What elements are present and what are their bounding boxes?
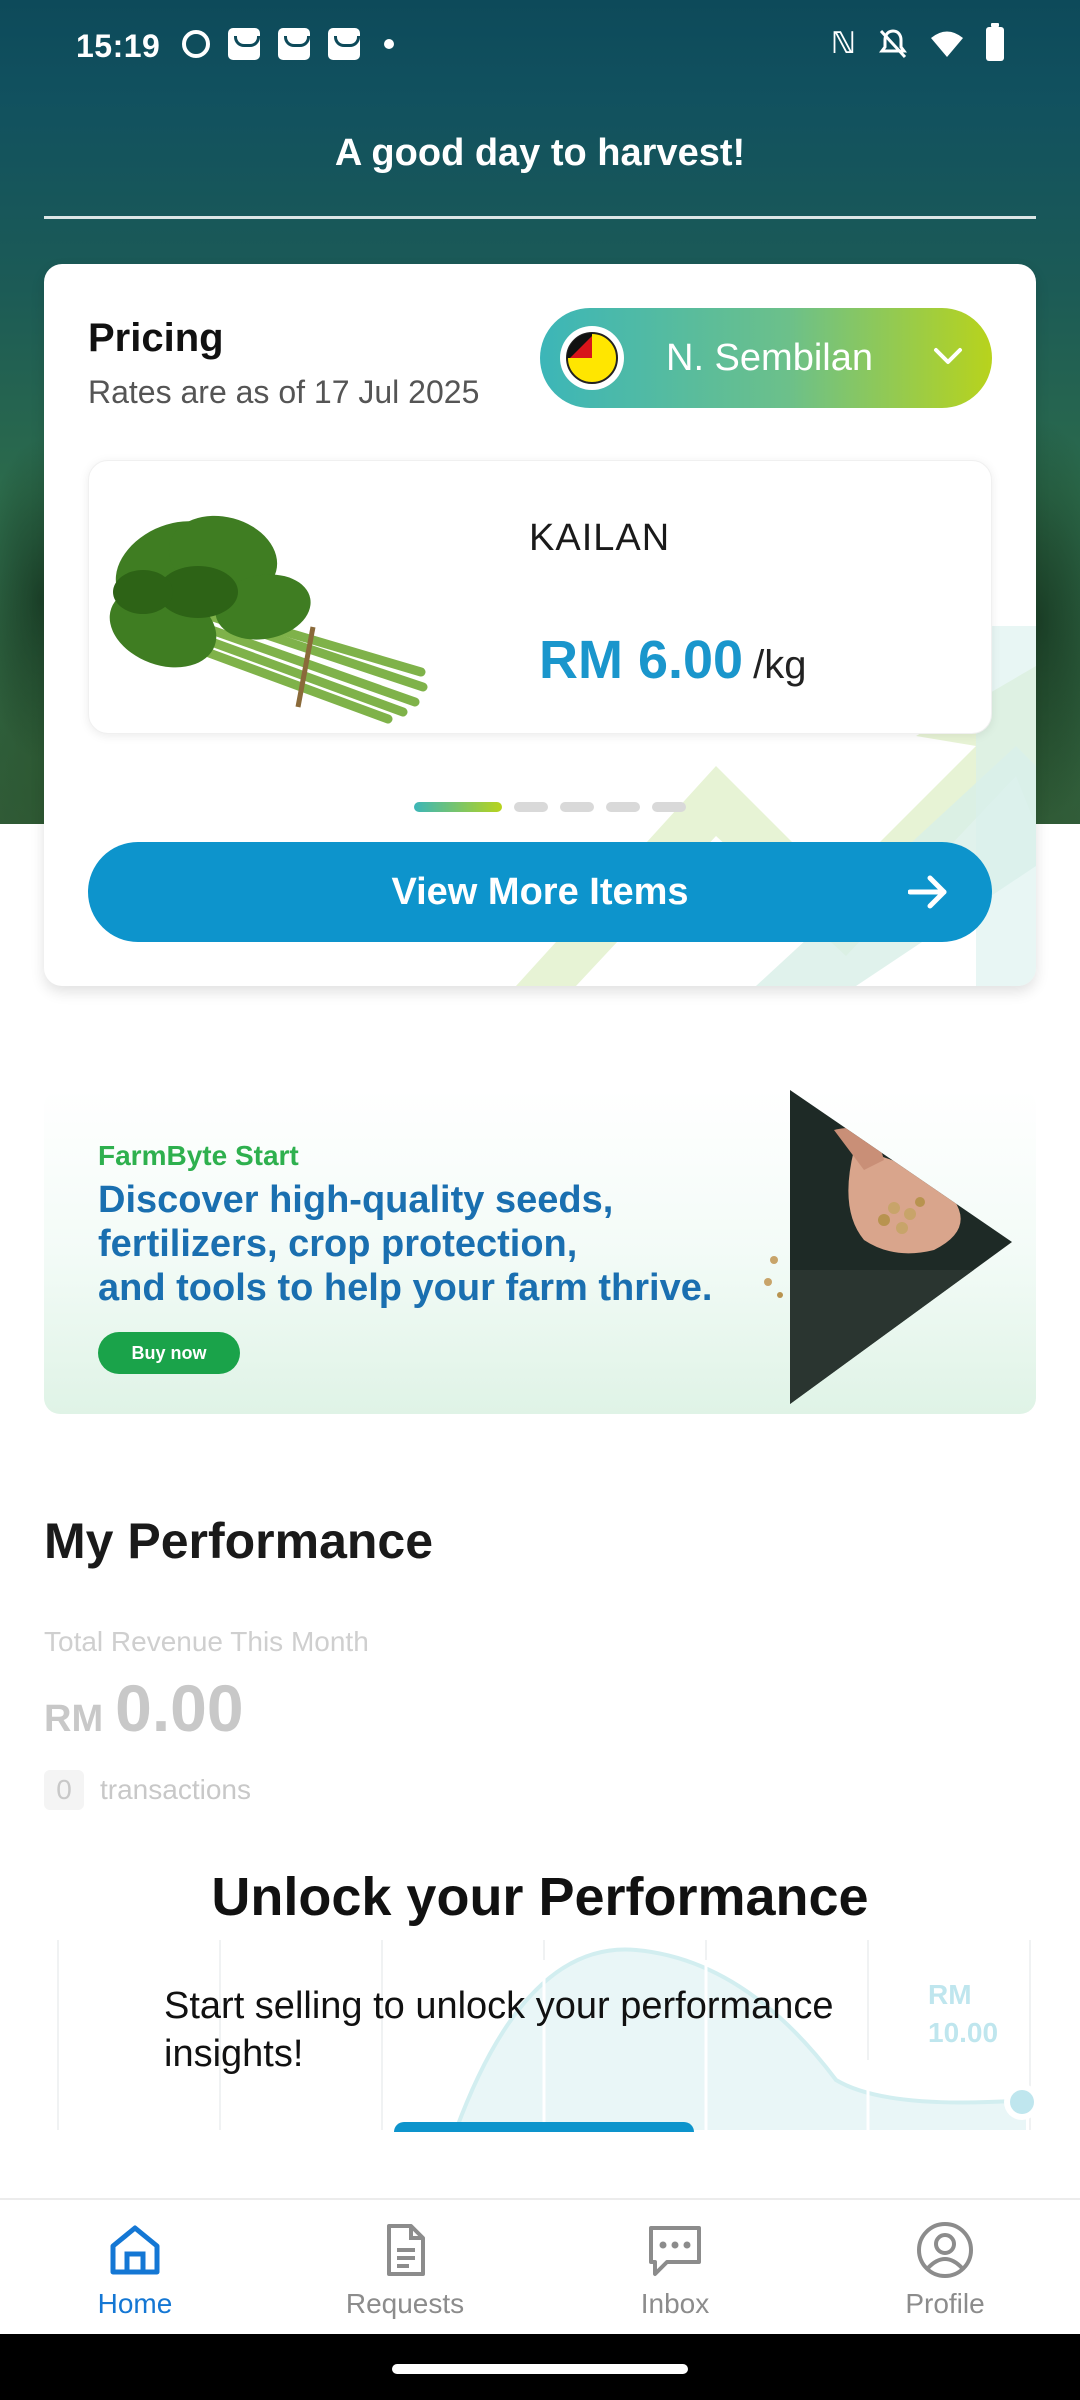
product-name: KAILAN <box>529 517 671 559</box>
carousel-dot[interactable] <box>560 802 594 812</box>
price-item-card[interactable]: KAILAN RM 6.00 /kg <box>88 460 992 734</box>
price-value: RM 6.00 <box>539 630 744 690</box>
revenue-currency: RM <box>44 1698 104 1740</box>
buy-now-button[interactable]: Buy now <box>98 1332 240 1374</box>
revenue-value: 0.00 <box>115 1671 244 1745</box>
system-icons: ℕ <box>830 22 1004 61</box>
chart-label-currency: RM <box>928 1979 972 2010</box>
nfc-icon: ℕ <box>830 27 856 60</box>
transactions-label: transactions <box>100 1774 251 1805</box>
banner-headline-line: and tools to help your farm thrive. <box>98 1267 713 1309</box>
nav-label: Requests <box>345 2288 465 2319</box>
banner-headline-line: fertilizers, crop protection, <box>98 1223 578 1265</box>
greeting-title: A good day to harvest! <box>334 132 746 174</box>
pricing-date: Rates are as of 17 Jul 2025 <box>88 374 480 410</box>
view-more-items-button[interactable]: View More Items <box>88 842 992 942</box>
state-flag-icon <box>560 326 624 390</box>
banner-brand: FarmByte Start <box>98 1140 299 1171</box>
carousel-dot[interactable] <box>414 802 502 812</box>
transactions-row: 0 transactions <box>44 1770 251 1810</box>
performance-title: My Performance <box>44 1513 434 1569</box>
chevron-down-icon <box>934 348 962 364</box>
header-divider <box>44 216 1036 219</box>
shop-bag-icon <box>278 28 310 60</box>
chart-value-label: RM 10.00 <box>928 1976 998 2052</box>
banner-headline: Discover high-quality seeds, fertilizers… <box>98 1178 798 1310</box>
region-selector[interactable]: N. Sembilan <box>540 308 992 408</box>
start-selling-button[interactable] <box>394 2122 694 2132</box>
nav-requests[interactable]: Requests <box>270 2200 540 2334</box>
user-circle-icon <box>917 2222 973 2278</box>
arrow-right-icon <box>908 875 947 909</box>
system-gesture-bar <box>0 2334 1080 2400</box>
home-icon <box>110 2225 160 2275</box>
carousel-dot[interactable] <box>514 802 548 812</box>
status-time: 15:19 <box>76 28 161 64</box>
unlock-title: Unlock your Performance <box>211 1867 869 1927</box>
nav-home[interactable]: Home <box>0 2200 270 2334</box>
unlock-description: Start selling to unlock your performance… <box>164 1985 834 2075</box>
bottom-navigation: Home Requests Inbox Profile <box>0 2198 1080 2334</box>
gesture-handle[interactable] <box>392 2364 688 2374</box>
nav-label: Inbox <box>640 2288 710 2319</box>
nav-inbox[interactable]: Inbox <box>540 2200 810 2334</box>
pricing-card: Pricing Rates are as of 17 Jul 2025 N. S… <box>44 264 1036 986</box>
pricing-title: Pricing <box>88 316 224 360</box>
nav-label: Profile <box>905 2288 985 2319</box>
price-unit: /kg <box>753 643 807 687</box>
nav-profile[interactable]: Profile <box>810 2200 1080 2334</box>
region-name: N. Sembilan <box>666 336 873 379</box>
nav-label: Home <box>97 2288 173 2319</box>
notification-app-icon <box>182 30 210 58</box>
kailan-image <box>109 515 428 724</box>
carousel-indicator <box>414 802 686 812</box>
banner-headline-line: Discover high-quality seeds, <box>98 1179 614 1221</box>
wifi-icon <box>930 29 964 59</box>
price-row: RM 6.00 /kg <box>539 629 806 691</box>
promo-banner[interactable]: FarmByte Start Discover high-quality see… <box>44 1090 1036 1414</box>
status-bar: 15:19 ℕ <box>0 0 1080 96</box>
transactions-count: 0 <box>44 1770 84 1810</box>
revenue-label: Total Revenue This Month <box>44 1626 369 1657</box>
seeds-in-hand-image <box>764 1090 1012 1404</box>
chart-label-value: 10.00 <box>928 2017 999 2048</box>
shop-bag-icon <box>228 28 260 60</box>
carousel-dot[interactable] <box>652 802 686 812</box>
chat-icon <box>649 2226 701 2276</box>
carousel-dot[interactable] <box>606 802 640 812</box>
bell-muted-icon <box>878 28 908 60</box>
document-icon <box>387 2224 425 2276</box>
more-notifications-icon <box>384 39 394 49</box>
notification-icons <box>182 28 394 60</box>
shop-bag-icon <box>328 28 360 60</box>
revenue-row: RM 0.00 <box>44 1670 244 1746</box>
battery-icon <box>986 22 1004 61</box>
view-more-label: View More Items <box>391 870 689 913</box>
